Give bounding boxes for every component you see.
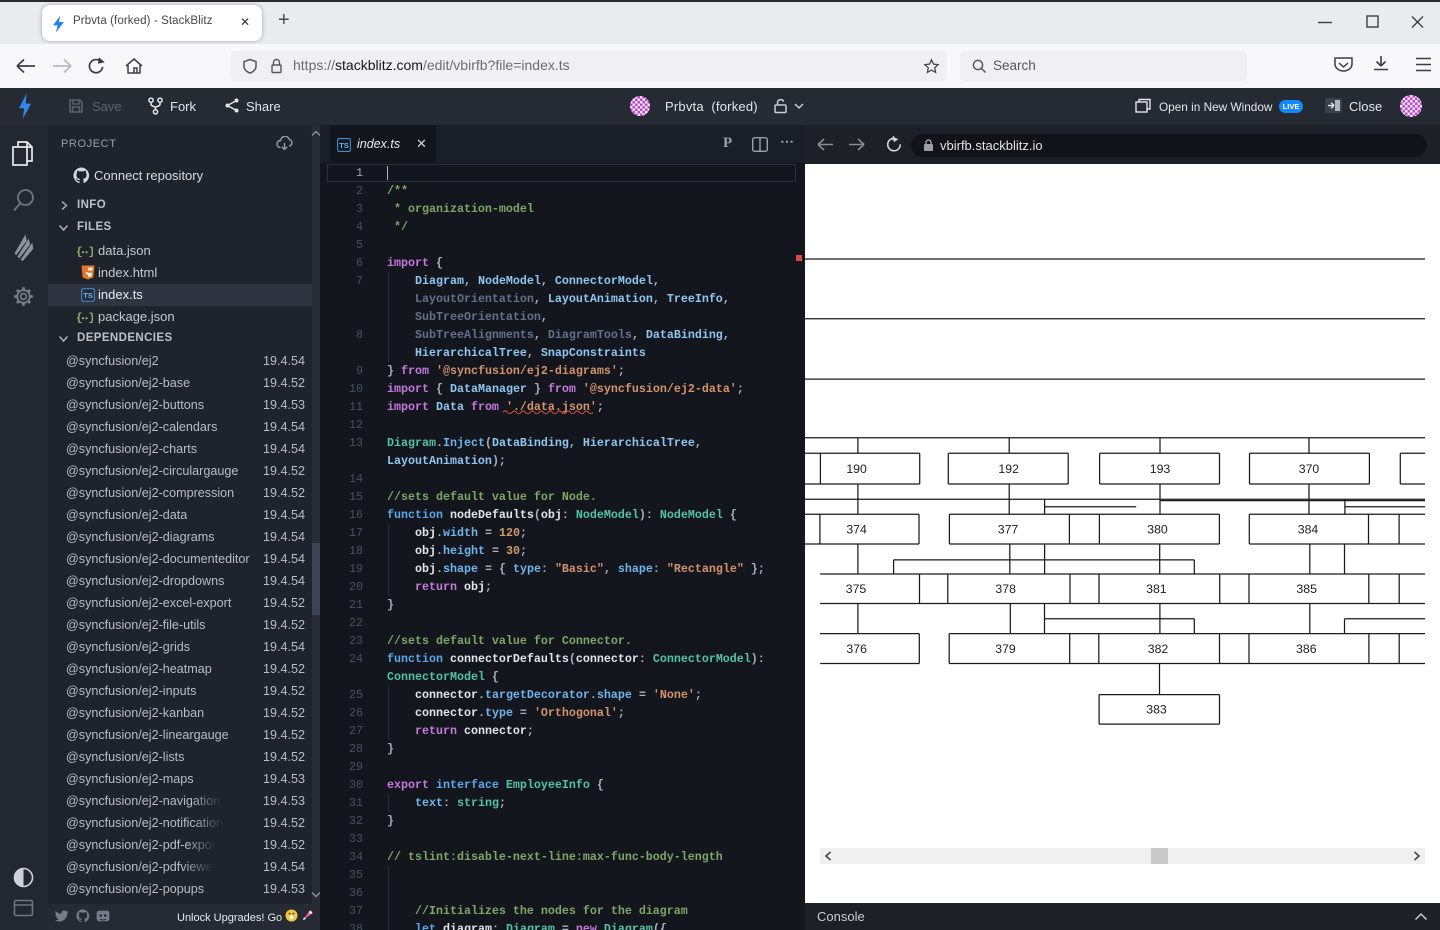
svg-text:{: {: [76, 313, 83, 324]
svg-text:376: 376: [846, 642, 867, 656]
svg-text:192: 192: [998, 462, 1019, 476]
svg-text:193: 193: [1150, 462, 1171, 476]
svg-text:TS: TS: [83, 291, 93, 300]
svg-text:380: 380: [1147, 522, 1168, 536]
svg-text:378: 378: [995, 582, 1016, 596]
svg-text:TS: TS: [339, 141, 349, 150]
svg-text:375: 375: [846, 582, 867, 596]
svg-text:386: 386: [1296, 642, 1317, 656]
svg-text:{: {: [76, 247, 83, 258]
svg-text:381: 381: [1146, 582, 1167, 596]
svg-text:383: 383: [1146, 703, 1167, 717]
svg-text:382: 382: [1148, 642, 1169, 656]
svg-text:374: 374: [846, 522, 867, 536]
svg-text:384: 384: [1298, 522, 1319, 536]
svg-text:379: 379: [995, 642, 1016, 656]
svg-text:385: 385: [1296, 582, 1317, 596]
svg-text:190: 190: [846, 462, 867, 476]
svg-text:}: }: [89, 313, 94, 324]
svg-text:}: }: [89, 247, 94, 258]
svg-text:377: 377: [998, 522, 1019, 536]
svg-text:370: 370: [1299, 462, 1320, 476]
